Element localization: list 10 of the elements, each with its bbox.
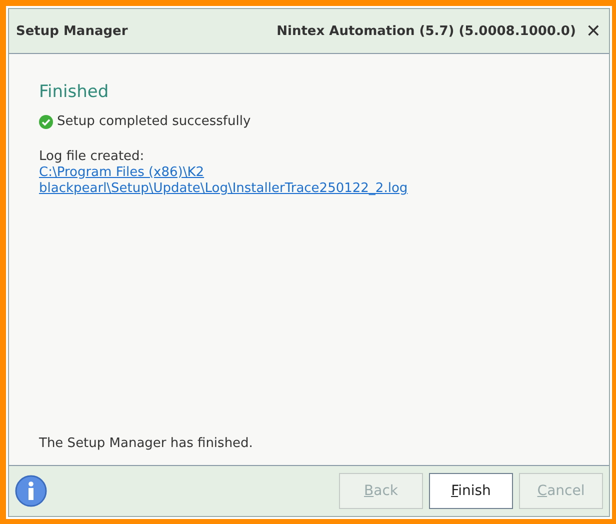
log-label: Log file created: [39, 149, 146, 164]
close-button[interactable]: ✕ [584, 20, 603, 42]
dialog-button[interactable]: Finish [429, 473, 513, 509]
window-title: Setup Manager [16, 24, 129, 38]
page-heading: Finished [39, 82, 110, 102]
log-file-link[interactable]: C:\Program Files (x86)\K2 blackpearl\Setup\Update\Log\InstallerTrace250122_2.log [39, 165, 408, 197]
product-version: Nintex Automation (5.7) (5.0008.1000.0) [276, 24, 576, 38]
status-message: Setup completed successfully [57, 114, 251, 129]
info-icon [15, 475, 47, 507]
finished-message: The Setup Manager has finished. [39, 436, 254, 451]
